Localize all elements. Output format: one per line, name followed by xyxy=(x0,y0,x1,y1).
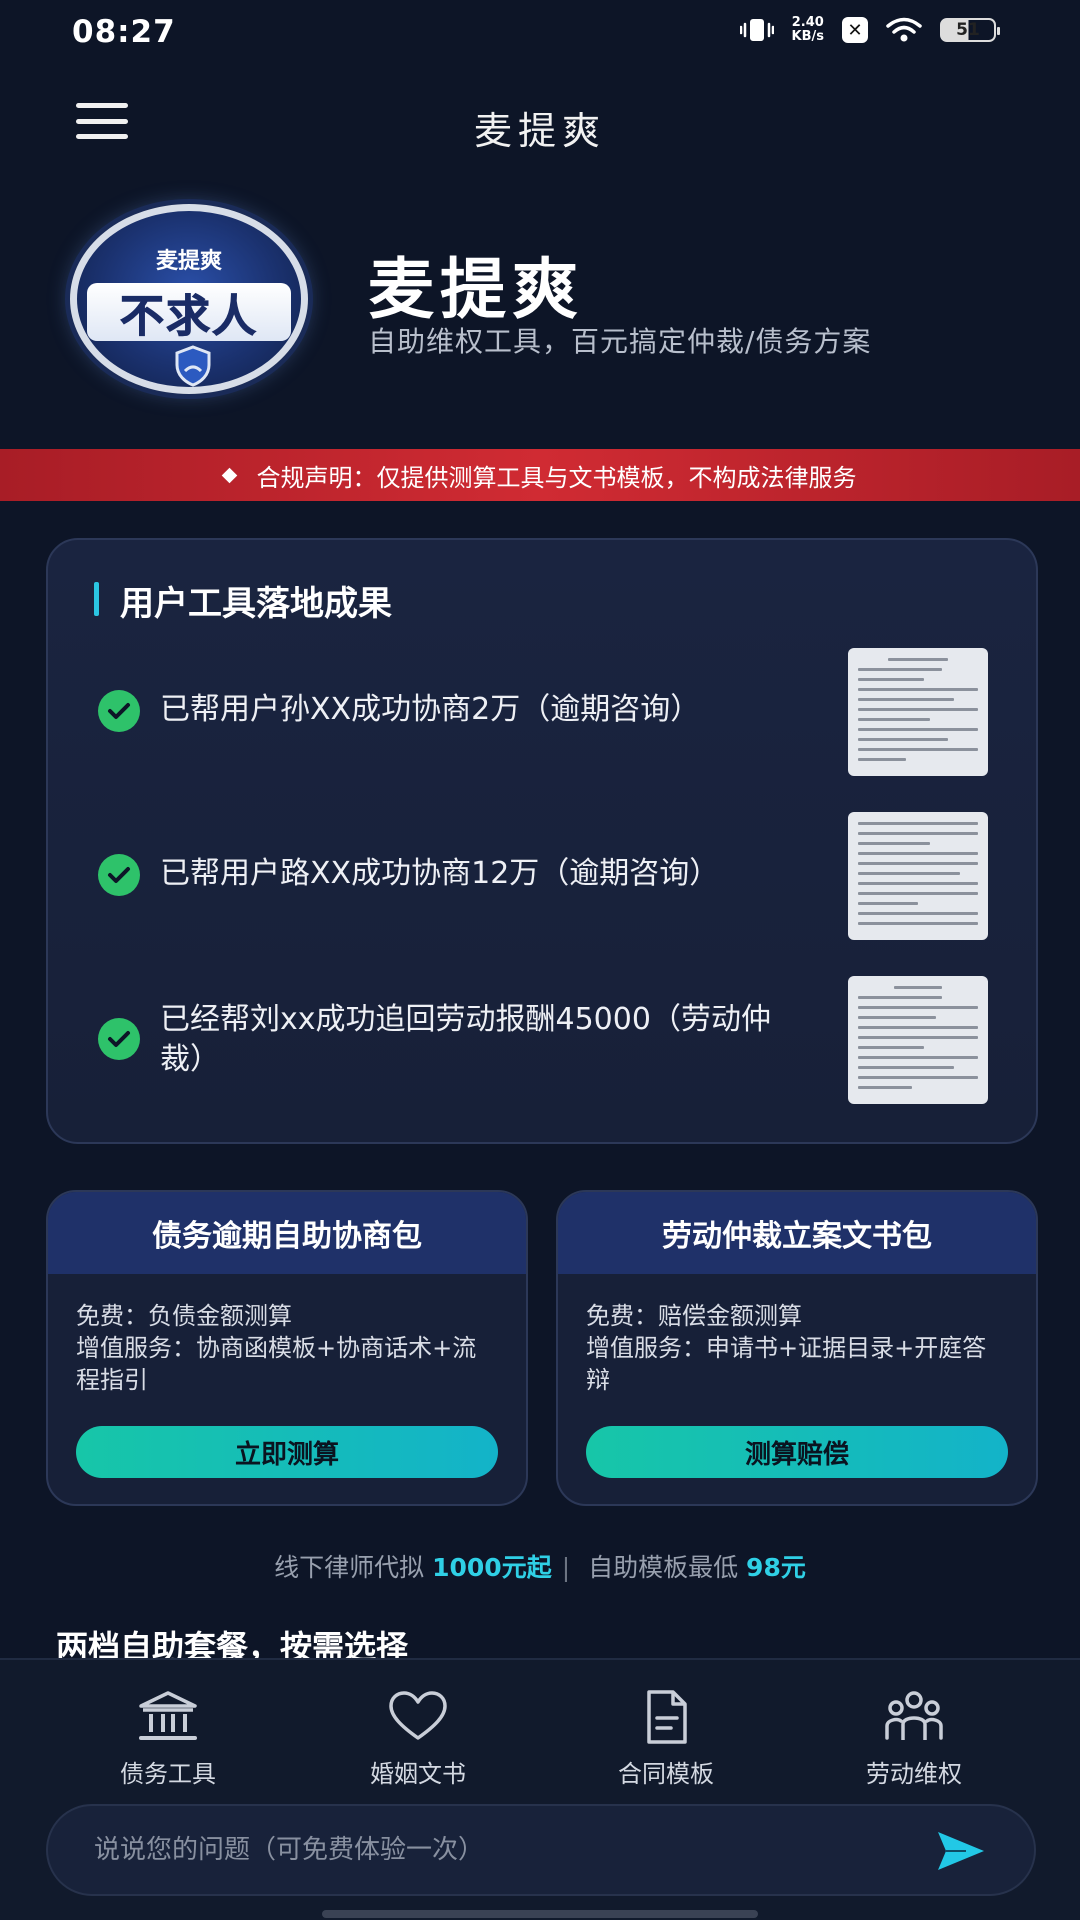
notification-x-icon: ✕ xyxy=(842,17,868,43)
calculate-compensation-button[interactable]: 测算赔偿 xyxy=(586,1426,1008,1478)
nav-item-debt-tools[interactable]: 债务工具 xyxy=(68,1690,268,1789)
bank-icon xyxy=(139,1691,197,1740)
send-icon[interactable] xyxy=(936,1828,986,1874)
package-card-debt: 债务逾期自助协商包 免费：负债金额测算 增值服务：协商函模板+协商话术+流程指引… xyxy=(46,1190,528,1506)
home-indicator[interactable] xyxy=(322,1910,758,1918)
check-icon xyxy=(98,690,140,732)
nav-label: 合同模板 xyxy=(618,1760,714,1788)
self-price: 98元 xyxy=(746,1553,806,1582)
package-title: 债务逾期自助协商包 xyxy=(48,1192,526,1274)
price-middle: 自助模板最低 xyxy=(580,1553,747,1582)
bottom-panel: 债务工具 婚姻文书 合同模板 劳动维权 xyxy=(0,1658,1080,1920)
logo-band: 不求人 xyxy=(87,283,291,343)
page-title: 麦提爽 xyxy=(473,109,606,153)
nav-item-labor-rights[interactable]: 劳动维权 xyxy=(814,1690,1014,1789)
package-value-line: 增值服务：协商函模板+协商话术+流程指引 xyxy=(76,1334,477,1394)
chat-bar xyxy=(46,1804,1036,1896)
diamond-icon xyxy=(221,467,237,483)
network-speed: 2.40 KB/s xyxy=(792,16,824,44)
vibrate-icon xyxy=(739,19,774,41)
package-title: 劳动仲裁立案文书包 xyxy=(558,1192,1036,1274)
document-thumbnail[interactable] xyxy=(848,976,988,1104)
package-card-labor: 劳动仲裁立案文书包 免费：赔偿金额测算 增值服务：申请书+证据目录+开庭答辩 测… xyxy=(556,1190,1038,1506)
package-value-line: 增值服务：申请书+证据目录+开庭答辩 xyxy=(586,1334,987,1394)
results-title: 用户工具落地成果 xyxy=(120,584,392,624)
nav-label: 婚姻文书 xyxy=(370,1760,466,1788)
net-speed-unit: KB/s xyxy=(791,29,824,44)
result-item: 已帮用户路XX成功协商12万（逾期咨询） xyxy=(98,812,998,952)
status-icons: 2.40 KB/s ✕ 51 xyxy=(739,16,1000,44)
calculate-now-button[interactable]: 立即测算 xyxy=(76,1426,498,1478)
nav-label: 劳动维权 xyxy=(866,1760,962,1788)
battery-icon: 51 xyxy=(940,18,1000,42)
package-free-line: 免费：负债金额测算 xyxy=(76,1302,292,1330)
result-text: 已帮用户路XX成功协商12万（逾期咨询） xyxy=(160,856,720,891)
lawyer-price: 1000元起 xyxy=(432,1553,552,1582)
nav-item-contract-templates[interactable]: 合同模板 xyxy=(566,1690,766,1789)
logo-top-text: 麦提爽 xyxy=(155,249,222,274)
heart-icon xyxy=(389,1691,447,1740)
price-separator: | xyxy=(561,1553,571,1582)
result-item: 已帮用户孙XX成功协商2万（逾期咨询） xyxy=(98,648,998,788)
check-icon xyxy=(98,1018,140,1060)
chat-input[interactable] xyxy=(94,1830,894,1870)
result-text: 已经帮刘xx成功追回劳动报酬45000（劳动仲裁） xyxy=(160,1002,771,1077)
nav-item-marriage-docs[interactable]: 婚姻文书 xyxy=(318,1690,518,1789)
people-icon xyxy=(885,1691,943,1740)
shield-icon xyxy=(175,345,211,387)
app-logo: 麦提爽 不求人 xyxy=(70,204,308,394)
results-card: 用户工具落地成果 已帮用户孙XX成功协商2万（逾期咨询） 已帮用户路XX成功协商… xyxy=(46,538,1038,1144)
brand-tagline: 自助维权工具，百元搞定仲裁/债务方案 xyxy=(368,325,872,358)
check-icon xyxy=(98,854,140,896)
document-thumbnail[interactable] xyxy=(848,648,988,776)
document-icon xyxy=(647,1690,687,1744)
status-bar: 08:27 2.40 KB/s ✕ 51 xyxy=(0,0,1080,66)
title-accent-bar xyxy=(94,582,99,616)
nav-label: 债务工具 xyxy=(120,1760,216,1788)
price-prefix: 线下律师代拟 xyxy=(274,1553,433,1582)
price-note: 线下律师代拟 1000元起 | 自助模板最低 98元 xyxy=(0,1548,1080,1584)
compliance-text: 合规声明：仅提供测算工具与文书模板，不构成法律服务 xyxy=(256,463,857,492)
compliance-banner: 合规声明：仅提供测算工具与文书模板，不构成法律服务 xyxy=(0,449,1080,501)
brand-name: 麦提爽 xyxy=(368,251,584,328)
logo-main-text: 不求人 xyxy=(120,291,258,343)
package-free-line: 免费：赔偿金额测算 xyxy=(586,1302,802,1330)
result-text: 已帮用户孙XX成功协商2万（逾期咨询） xyxy=(160,692,701,727)
result-item: 已经帮刘xx成功追回劳动报酬45000（劳动仲裁） xyxy=(98,976,998,1116)
package-body: 免费：赔偿金额测算 增值服务：申请书+证据目录+开庭答辩 xyxy=(558,1274,1036,1396)
package-body: 免费：负债金额测算 增值服务：协商函模板+协商话术+流程指引 xyxy=(48,1274,526,1396)
document-thumbnail[interactable] xyxy=(848,812,988,940)
net-speed-value: 2.40 xyxy=(791,15,824,30)
wifi-icon xyxy=(886,17,922,42)
status-time: 08:27 xyxy=(72,14,176,50)
